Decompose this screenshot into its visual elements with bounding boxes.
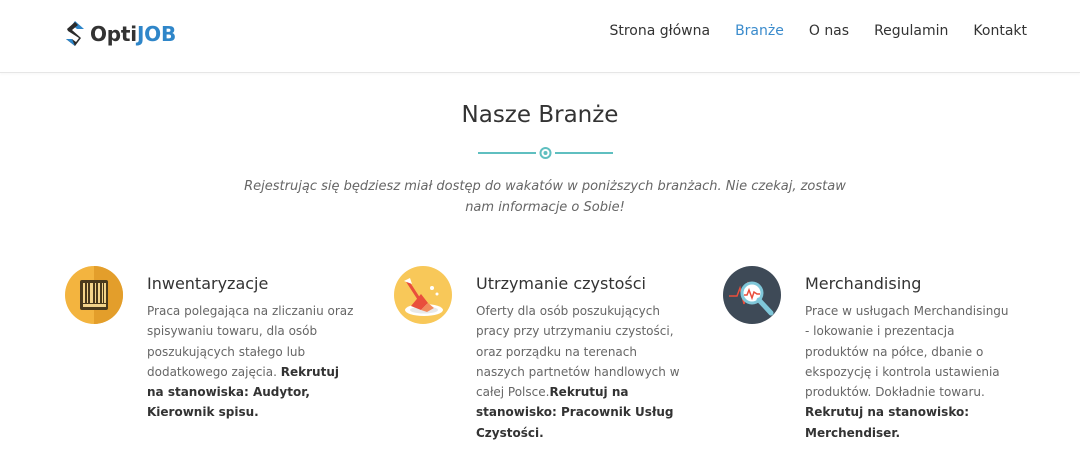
feature-roles: Rekrutuj na stanowisko: Merchendiser. xyxy=(805,405,970,440)
nav-home[interactable]: Strona główna xyxy=(609,22,710,40)
feature-text: Merchandising Prace w usługach Merchandi… xyxy=(805,274,1015,443)
nav-industries[interactable]: Branże xyxy=(735,22,784,40)
feature-title: Merchandising xyxy=(805,274,922,293)
feature-description: Oferty dla osób poszukujących pracy przy… xyxy=(476,304,680,440)
feature-title: Utrzymanie czystości xyxy=(476,274,646,293)
brand-logo[interactable]: OptiJOB xyxy=(64,20,176,48)
feature-title: Inwentaryzacje xyxy=(147,274,269,293)
feature-description: Praca polegająca na zliczaniu oraz spisy… xyxy=(147,304,354,420)
navbar: OptiJOB Strona główna Branże O nas Regul… xyxy=(0,0,1080,73)
section-title: Nasze Branże xyxy=(461,102,619,128)
magnifier-chart-icon xyxy=(723,266,781,324)
title-divider xyxy=(478,147,613,159)
cleaning-icon xyxy=(394,266,452,324)
nav-about[interactable]: O nas xyxy=(809,22,849,40)
main-nav: Strona główna Branże O nas Regulamin Kon… xyxy=(584,22,1027,40)
section-subtitle: Rejestrując się będziesz miał dostęp do … xyxy=(244,179,846,215)
feature-text: Inwentaryzacje Praca polegająca na zlicz… xyxy=(147,274,357,423)
brand-name: OptiJOB xyxy=(90,22,177,46)
feature-text: Utrzymanie czystości Oferty dla osób pos… xyxy=(476,274,686,443)
barcode-icon xyxy=(65,266,123,324)
nav-terms[interactable]: Regulamin xyxy=(874,22,948,40)
nav-contact[interactable]: Kontakt xyxy=(973,22,1027,40)
feature-description: Prace w usługach Merchandisingu - lokowa… xyxy=(805,304,1009,440)
logo-icon xyxy=(66,21,84,46)
